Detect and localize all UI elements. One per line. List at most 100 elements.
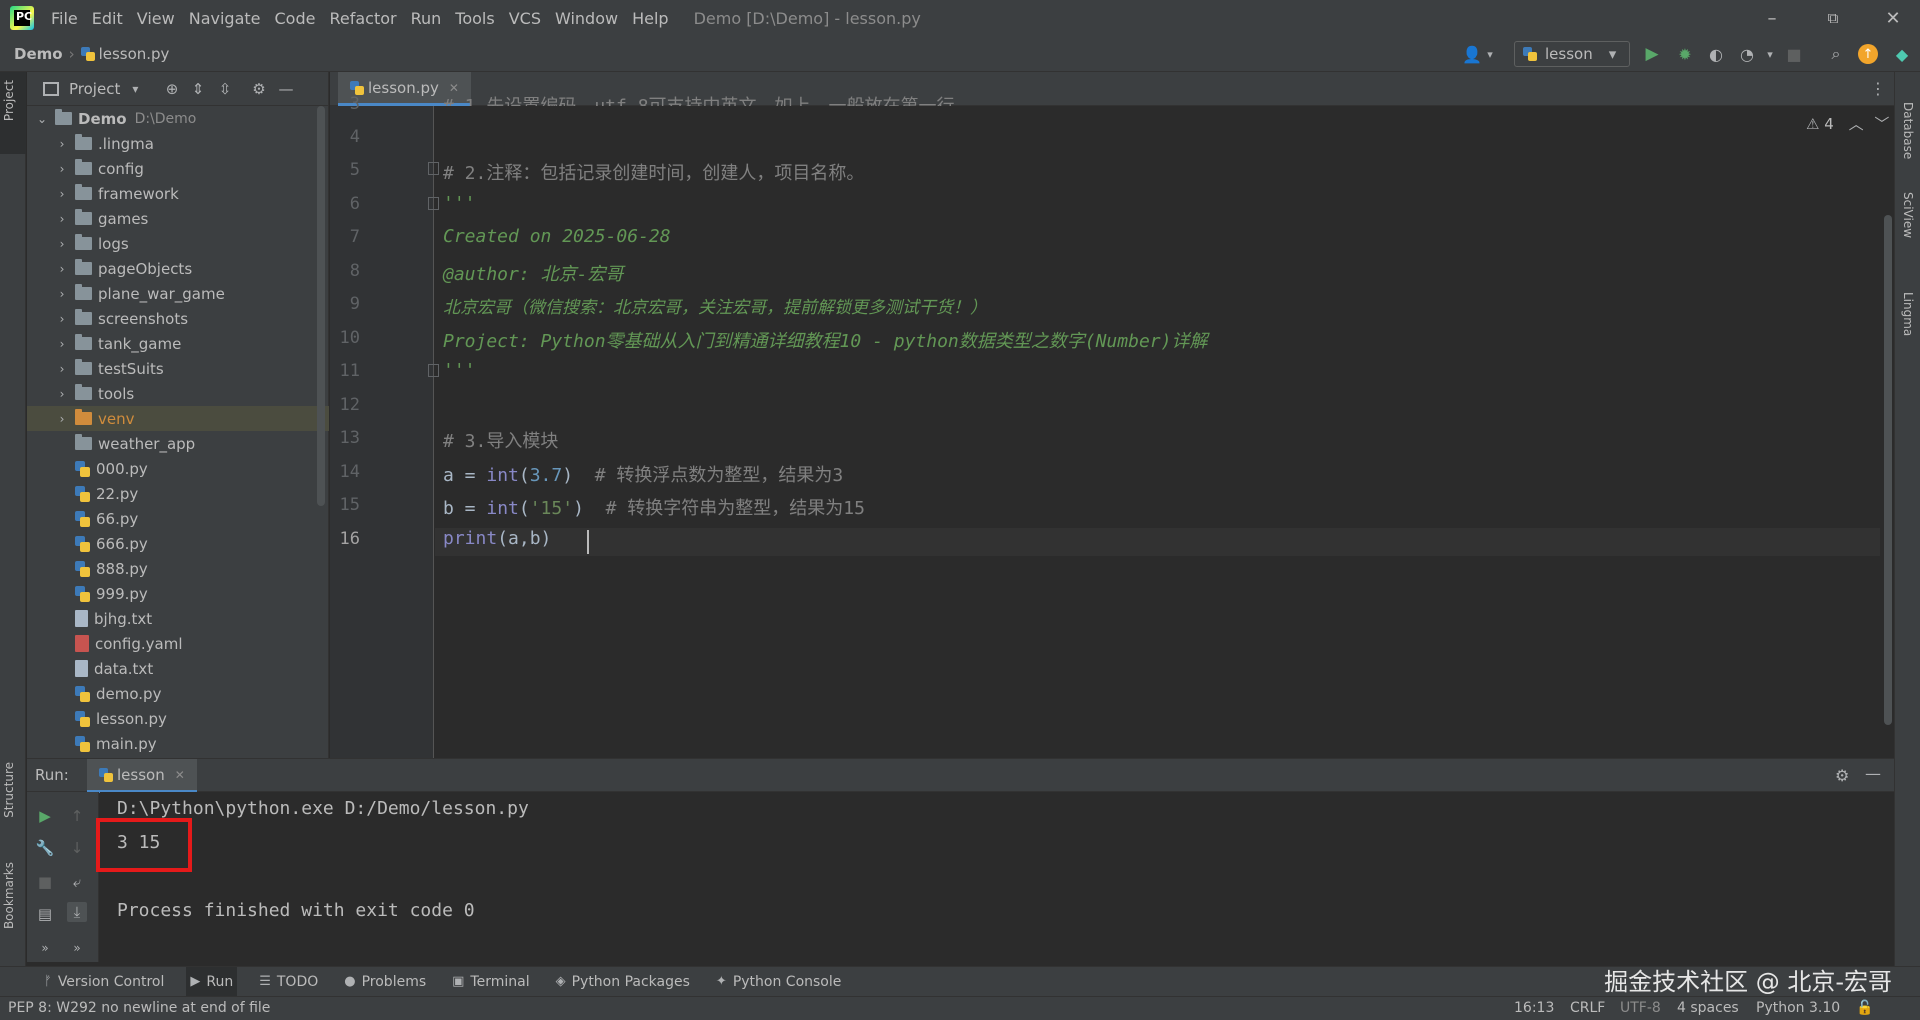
menu-help[interactable]: Help <box>625 9 675 28</box>
chevron-right-icon[interactable]: › <box>55 162 69 176</box>
menu-vcs[interactable]: VCS <box>502 9 548 28</box>
tree-root-demo[interactable]: ⌄ Demo D:\Demo <box>27 106 329 131</box>
debug-icon[interactable]: ✹ <box>1675 44 1695 64</box>
chevron-right-icon[interactable]: › <box>55 187 69 201</box>
more-icon[interactable]: » <box>67 938 87 958</box>
tree-file[interactable]: 000.py <box>27 456 329 481</box>
menu-tools[interactable]: Tools <box>448 9 501 28</box>
tree-file[interactable]: 666.py <box>27 531 329 556</box>
tool-window-run[interactable]: ▶ Run <box>186 966 238 997</box>
chevron-down-icon[interactable]: ﹀ <box>1874 115 1889 133</box>
chevron-up-icon[interactable]: ︿ <box>1849 115 1864 133</box>
hide-panel-icon[interactable]: — <box>277 80 295 98</box>
menu-code[interactable]: Code <box>268 9 323 28</box>
chevron-right-icon[interactable]: › <box>55 387 69 401</box>
chevron-down-icon[interactable]: ⌄ <box>35 112 49 126</box>
gear-icon[interactable]: ⚙ <box>250 80 268 98</box>
inspection-widget[interactable]: ⚠ 4 ︿ ﹀ <box>1806 113 1889 134</box>
tool-window-python-console[interactable]: ✦ Python Console <box>712 967 845 997</box>
structure-tool-tab[interactable]: Structure <box>2 762 16 818</box>
gear-icon[interactable]: ⚙ <box>1835 766 1849 785</box>
status-message[interactable]: PEP 8: W292 no newline at end of file <box>8 1000 270 1016</box>
fold-marker-icon[interactable] <box>428 197 439 210</box>
run-tab-lesson[interactable]: lesson ✕ <box>87 759 197 793</box>
coverage-icon[interactable]: ◐ <box>1706 44 1726 64</box>
tree-folder[interactable]: › pageObjects <box>27 256 329 281</box>
tree-folder[interactable]: › games <box>27 206 329 231</box>
breadcrumb-file[interactable]: lesson.py <box>80 45 169 63</box>
menu-file[interactable]: File <box>44 9 85 28</box>
tree-file[interactable]: 888.py <box>27 556 329 581</box>
project-view-dropdown-icon[interactable]: ▾ <box>132 82 138 96</box>
run-configuration-select[interactable]: lesson ▾ <box>1514 41 1630 67</box>
tool-window-version-control[interactable]: ᚠ Version Control <box>40 967 168 997</box>
menu-view[interactable]: View <box>130 9 182 28</box>
layout-icon[interactable]: ▤ <box>35 904 55 924</box>
tree-file[interactable]: 22.py <box>27 481 329 506</box>
python-interpreter[interactable]: Python 3.10 <box>1756 1000 1840 1016</box>
tree-file[interactable]: 999.py <box>27 581 329 606</box>
run-icon[interactable]: ▶ <box>1642 44 1662 64</box>
tree-folder[interactable]: weather_app <box>27 431 329 456</box>
tree-folder[interactable]: › framework <box>27 181 329 206</box>
profile-icon[interactable]: ◔ <box>1737 44 1757 64</box>
close-tab-icon[interactable]: ✕ <box>175 768 185 782</box>
collapse-all-icon[interactable]: ⇳ <box>216 80 234 98</box>
file-encoding[interactable]: UTF-8 <box>1620 1000 1661 1016</box>
restore-button[interactable]: ⧉ <box>1806 0 1860 36</box>
menu-window[interactable]: Window <box>548 9 625 28</box>
tree-file[interactable]: main.py <box>27 731 329 756</box>
lingma-tool-tab[interactable]: Lingma <box>1901 292 1915 336</box>
plugin-icon[interactable]: ◆ <box>1892 44 1912 64</box>
project-tool-tab[interactable]: Project <box>2 80 16 121</box>
tree-file[interactable]: data.txt <box>27 656 329 681</box>
chevron-right-icon[interactable]: › <box>55 212 69 226</box>
lock-icon[interactable]: 🔓 <box>1856 1000 1873 1016</box>
tree-file[interactable]: bjhg.txt <box>27 606 329 631</box>
chevron-right-icon[interactable]: › <box>55 137 69 151</box>
chevron-right-icon[interactable]: › <box>55 337 69 351</box>
tool-window-problems[interactable]: ● Problems <box>340 967 430 997</box>
tree-file[interactable]: config.yaml <box>27 631 329 656</box>
indent-setting[interactable]: 4 spaces <box>1677 1000 1739 1016</box>
tree-folder[interactable]: › tank_game <box>27 331 329 356</box>
soft-wrap-icon[interactable]: ⤶ <box>67 872 87 892</box>
tree-folder[interactable]: › .lingma <box>27 131 329 156</box>
editor-scrollbar[interactable] <box>1884 215 1892 725</box>
fold-marker-icon[interactable] <box>428 162 439 175</box>
tree-folder[interactable]: › testSuits <box>27 356 329 381</box>
database-tool-tab[interactable]: Database <box>1901 102 1915 159</box>
wrench-icon[interactable]: 🔧 <box>35 838 55 858</box>
hide-panel-icon[interactable]: — <box>1865 764 1881 783</box>
rerun-icon[interactable]: ▶ <box>35 806 55 826</box>
chevron-right-icon[interactable]: › <box>55 237 69 251</box>
tool-window-python-packages[interactable]: ◈ Python Packages <box>552 967 694 997</box>
expand-all-icon[interactable]: ⇕ <box>189 80 207 98</box>
tree-folder[interactable]: › screenshots <box>27 306 329 331</box>
updates-icon[interactable]: ↑ <box>1858 44 1878 64</box>
menu-edit[interactable]: Edit <box>85 9 130 28</box>
menu-navigate[interactable]: Navigate <box>182 9 268 28</box>
tree-file[interactable]: demo.py <box>27 681 329 706</box>
tree-folder[interactable]: › venv <box>27 406 329 431</box>
close-window-button[interactable]: ✕ <box>1866 0 1920 36</box>
more-icon[interactable]: » <box>35 938 55 958</box>
code-editor[interactable] <box>435 106 1894 758</box>
project-scrollbar[interactable] <box>317 106 325 506</box>
tree-file[interactable]: 66.py <box>27 506 329 531</box>
tree-folder[interactable]: › tools <box>27 381 329 406</box>
menu-run[interactable]: Run <box>404 9 449 28</box>
menu-refactor[interactable]: Refactor <box>322 9 403 28</box>
tree-folder[interactable]: › logs <box>27 231 329 256</box>
chevron-right-icon[interactable]: › <box>55 412 69 426</box>
chevron-right-icon[interactable]: › <box>55 362 69 376</box>
bookmarks-tool-tab[interactable]: Bookmarks <box>2 862 16 929</box>
chevron-right-icon[interactable]: › <box>55 287 69 301</box>
project-panel-title[interactable]: Project <box>69 80 120 98</box>
chevron-right-icon[interactable]: › <box>55 312 69 326</box>
user-account-icon[interactable]: 👤 <box>1462 44 1482 64</box>
tree-folder[interactable]: › config <box>27 156 329 181</box>
tree-file[interactable]: lesson.py <box>27 706 329 731</box>
chevron-right-icon[interactable]: › <box>55 262 69 276</box>
sciview-tool-tab[interactable]: SciView <box>1901 192 1915 238</box>
